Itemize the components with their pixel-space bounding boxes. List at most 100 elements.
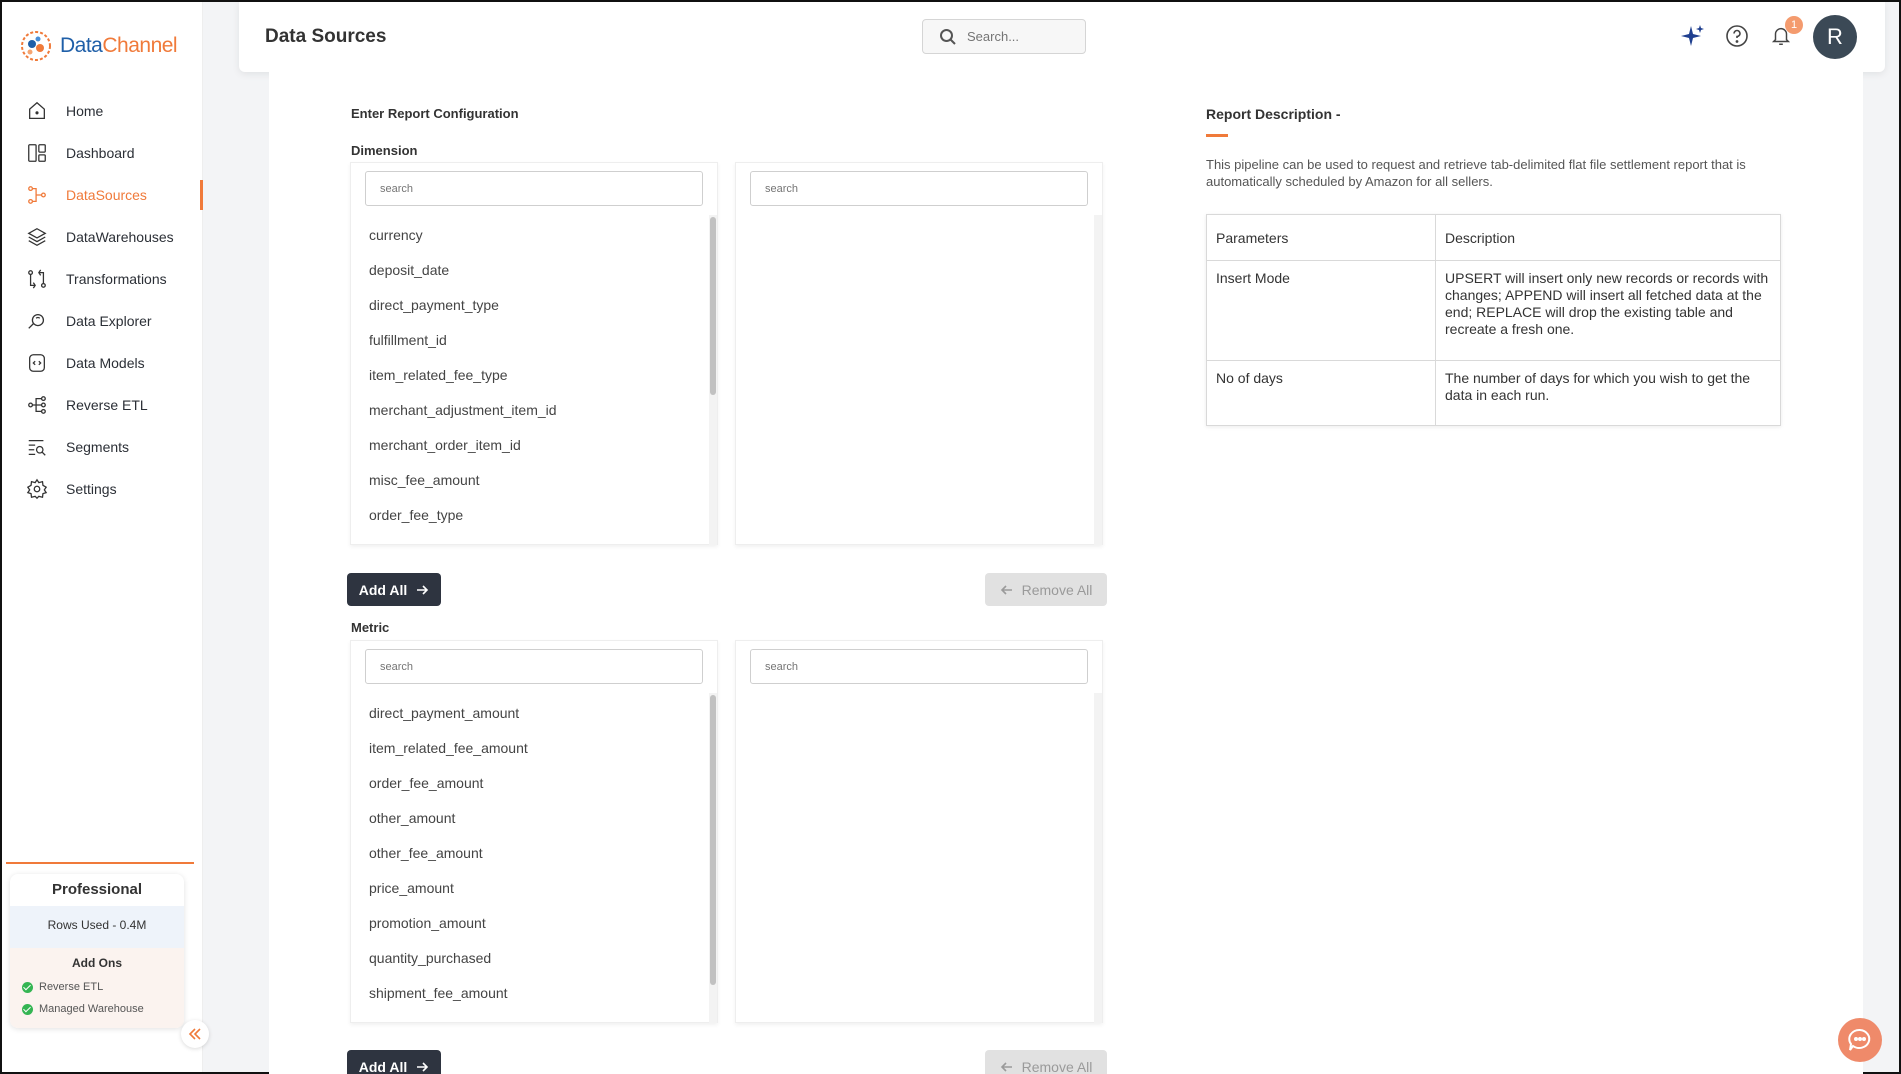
double-chevron-left-icon: [188, 1028, 201, 1040]
dimension-items: currency deposit_date direct_payment_typ…: [369, 225, 557, 540]
sidebar-item-settings[interactable]: Settings: [2, 468, 203, 510]
list-item[interactable]: promotion_amount: [369, 913, 528, 948]
sparkle-icon: [1681, 25, 1704, 46]
transformations-icon: [28, 269, 46, 289]
datasources-icon: [28, 186, 46, 204]
ai-sparkle-button[interactable]: [1679, 22, 1707, 50]
logo-text: DataChannel: [60, 34, 178, 58]
collapse-sidebar-button[interactable]: [181, 1020, 209, 1048]
search-input[interactable]: [967, 29, 1077, 44]
table-cell: Insert Mode: [1206, 260, 1436, 361]
scrollbar[interactable]: [1094, 215, 1102, 545]
metric-remove-all-button[interactable]: Remove All: [985, 1050, 1107, 1074]
config-heading: Enter Report Configuration: [351, 106, 519, 121]
list-item[interactable]: direct_payment_type: [369, 295, 557, 330]
table-header: Parameters: [1206, 214, 1436, 261]
scrollbar[interactable]: [709, 215, 717, 545]
avatar[interactable]: R: [1813, 15, 1857, 59]
chat-support-button[interactable]: [1838, 1018, 1882, 1062]
sidebar-item-label: Reverse ETL: [66, 397, 148, 413]
sidebar: DataChannel Home Dashboard DataSources D…: [2, 2, 209, 1072]
sidebar-item-label: Data Models: [66, 355, 145, 371]
list-item[interactable]: order_fee_amount: [369, 773, 528, 808]
metric-search-input[interactable]: [365, 649, 703, 684]
sidebar-item-label: DataWarehouses: [66, 229, 174, 245]
sidebar-nav: Home Dashboard DataSources DataWarehouse…: [2, 90, 203, 510]
dimension-selected-search-input[interactable]: [750, 171, 1088, 206]
list-item[interactable]: fulfillment_id: [369, 330, 557, 365]
addon-label: Reverse ETL: [39, 981, 104, 993]
list-item[interactable]: deposit_date: [369, 260, 557, 295]
dimension-selected-list: [735, 162, 1103, 545]
addons-title: Add Ons: [72, 956, 122, 970]
plan-card: Professional Rows Used - 0.4M Add Ons Re…: [10, 874, 184, 1028]
dimension-add-all-button[interactable]: Add All: [347, 573, 441, 606]
metric-selected-search-input[interactable]: [750, 649, 1088, 684]
addon-label: Managed Warehouse: [39, 1003, 144, 1015]
metric-add-all-button[interactable]: Add All: [347, 1050, 441, 1074]
list-item[interactable]: currency: [369, 225, 557, 260]
table-row: Insert Mode UPSERT will insert only new …: [1206, 260, 1781, 361]
dimension-search-input[interactable]: [365, 171, 703, 206]
data-explorer-icon: [28, 313, 45, 329]
sidebar-item-reverse-etl[interactable]: Reverse ETL: [2, 384, 203, 426]
metric-items: direct_payment_amount item_related_fee_a…: [369, 703, 528, 1018]
home-icon: [29, 101, 45, 119]
scrollbar-thumb[interactable]: [710, 217, 716, 395]
sidebar-item-segments[interactable]: Segments: [2, 426, 203, 468]
sidebar-item-dashboard[interactable]: Dashboard: [2, 132, 203, 174]
help-button[interactable]: [1723, 22, 1751, 50]
table-header-row: Parameters Description: [1206, 214, 1781, 261]
title-underline: [1206, 134, 1228, 137]
sidebar-item-data-explorer[interactable]: Data Explorer: [2, 300, 203, 342]
logo[interactable]: DataChannel: [18, 28, 178, 64]
remove-all-label: Remove All: [1021, 1058, 1093, 1074]
add-all-label: Add All: [358, 581, 408, 598]
plan-divider: [6, 862, 194, 864]
table-cell: The number of days for which you wish to…: [1435, 360, 1781, 426]
parameters-table: Parameters Description Insert Mode UPSER…: [1206, 214, 1781, 426]
scrollbar[interactable]: [1094, 693, 1102, 1023]
sidebar-item-transformations[interactable]: Transformations: [2, 258, 203, 300]
sidebar-item-label: Transformations: [66, 271, 167, 287]
add-all-label: Add All: [358, 1058, 408, 1074]
dimension-label: Dimension: [351, 143, 418, 158]
notification-badge: 1: [1785, 16, 1803, 34]
list-item[interactable]: other_fee_amount: [369, 843, 528, 878]
sidebar-item-label: DataSources: [66, 187, 147, 203]
list-item[interactable]: misc_fee_amount: [369, 470, 557, 505]
remove-all-label: Remove All: [1021, 581, 1093, 598]
notifications-button[interactable]: 1: [1767, 16, 1803, 50]
dimension-remove-all-button[interactable]: Remove All: [985, 573, 1107, 606]
data-models-icon: [29, 354, 45, 372]
list-item[interactable]: direct_payment_amount: [369, 703, 528, 738]
plan-rows-used: Rows Used - 0.4M: [10, 906, 184, 948]
list-item[interactable]: item_related_fee_type: [369, 365, 557, 400]
logo-mark-icon: [18, 28, 54, 64]
list-item[interactable]: other_amount: [369, 808, 528, 843]
sidebar-item-data-models[interactable]: Data Models: [2, 342, 203, 384]
top-header: Data Sources 1 R: [239, 2, 1885, 72]
sidebar-item-home[interactable]: Home: [2, 90, 203, 132]
list-item[interactable]: shipment_fee_amount: [369, 983, 528, 1018]
arrow-right-icon: [417, 1061, 429, 1072]
sidebar-item-datawarehouses[interactable]: DataWarehouses: [2, 216, 203, 258]
dimension-available-list: currency deposit_date direct_payment_typ…: [350, 162, 718, 545]
list-item[interactable]: price_amount: [369, 878, 528, 913]
arrow-left-icon: [1000, 584, 1012, 595]
list-item[interactable]: item_related_fee_amount: [369, 738, 528, 773]
list-item[interactable]: order_fee_type: [369, 505, 557, 540]
global-search[interactable]: [922, 19, 1086, 54]
table-cell: No of days: [1206, 360, 1436, 426]
scrollbar-thumb[interactable]: [710, 695, 716, 985]
list-item[interactable]: merchant_order_item_id: [369, 435, 557, 470]
datawarehouses-icon: [27, 228, 47, 246]
list-item[interactable]: quantity_purchased: [369, 948, 528, 983]
sidebar-item-label: Home: [66, 103, 104, 119]
list-item[interactable]: merchant_adjustment_item_id: [369, 400, 557, 435]
plan-addons: Add Ons Reverse ETL Managed Warehouse: [10, 948, 184, 1028]
sidebar-item-datasources[interactable]: DataSources: [2, 174, 203, 216]
chat-icon: [1848, 1028, 1871, 1051]
scrollbar[interactable]: [709, 693, 717, 1023]
page-title: Data Sources: [265, 26, 387, 47]
